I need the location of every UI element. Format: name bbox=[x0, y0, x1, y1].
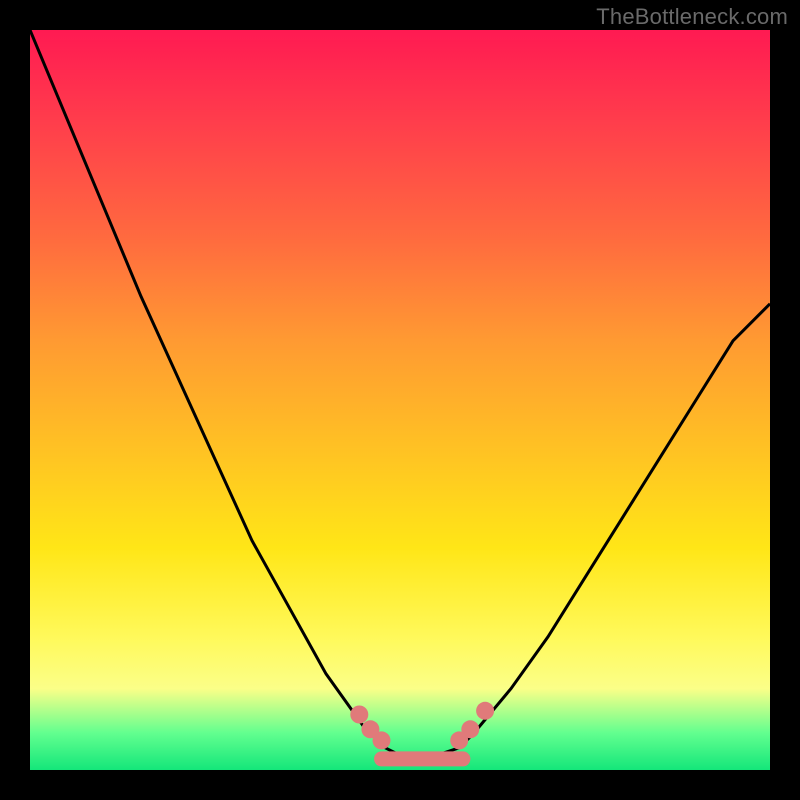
watermark-text: TheBottleneck.com bbox=[596, 4, 788, 30]
curve-markers-left bbox=[350, 706, 390, 750]
curve-markers-right bbox=[450, 702, 494, 750]
curve-marker bbox=[476, 702, 494, 720]
curve-marker bbox=[373, 731, 391, 749]
chart-svg bbox=[30, 30, 770, 770]
bottleneck-curve bbox=[30, 30, 770, 755]
curve-marker bbox=[461, 720, 479, 738]
chart-plot-area bbox=[30, 30, 770, 770]
curve-marker bbox=[350, 706, 368, 724]
chart-frame: TheBottleneck.com bbox=[0, 0, 800, 800]
